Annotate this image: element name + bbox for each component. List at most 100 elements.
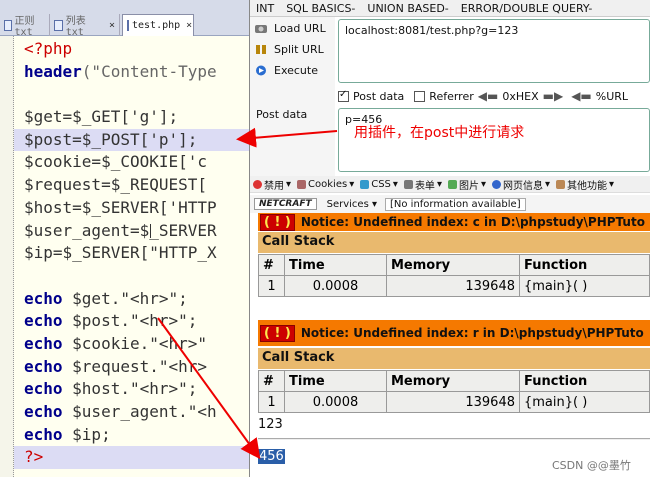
call-stack-table: # Time Memory Function 1 0.0008 139648 {…: [258, 254, 650, 297]
toolbar-images[interactable]: 图片 ▾: [445, 177, 489, 192]
toolbar-misc[interactable]: 其他功能 ▾: [553, 177, 617, 192]
load-url-label: Load URL: [274, 22, 326, 35]
post-output-selected[interactable]: 456: [258, 449, 285, 464]
code-token: echo: [24, 424, 63, 444]
code-line[interactable]: echo $user_agent."<h: [14, 401, 249, 424]
code-token: echo: [24, 288, 63, 308]
execute-label: Execute: [274, 64, 318, 77]
toolbar-pageinfo-label: 网页信息: [503, 180, 543, 192]
col-function: Function: [519, 254, 650, 276]
menu-sql-basics[interactable]: SQL BASICS-: [280, 0, 361, 16]
toolbar-forms-label: 表单: [414, 180, 435, 192]
referrer-checkbox[interactable]: [414, 90, 426, 102]
divider: [258, 438, 650, 440]
code-line[interactable]: $user_agent=$_SERVER: [14, 220, 249, 243]
call-stack-table: # Time Memory Function 1 0.0008 139648 {…: [258, 370, 650, 413]
code-area[interactable]: <?php header("Content-Type $get=$_GET['g']…: [14, 38, 249, 470]
cell-time: 0.0008: [284, 391, 387, 413]
code-token: echo: [24, 402, 63, 421]
netcraft-logo[interactable]: NETCRAFT: [254, 198, 317, 210]
load-url-icon: [254, 23, 268, 34]
code-line[interactable]: [14, 83, 249, 106]
code-token: $user_agent."<h: [62, 402, 217, 421]
cell-memory: 139648: [386, 391, 520, 413]
toolbar-misc-label: 其他功能: [567, 180, 608, 192]
services-menu[interactable]: Services ▾: [327, 199, 377, 210]
execute-button[interactable]: Execute: [254, 64, 318, 77]
hackbar-actions: Load URL Split URL Execute: [250, 17, 335, 177]
hex-decode-arrow-icon[interactable]: ◀▬: [478, 89, 499, 103]
notice-bar-request: ( ! ) Notice: Undefined index: r in D:\p…: [258, 320, 650, 346]
code-line[interactable]: echo $post."<hr>";: [14, 310, 249, 333]
get-output: 123: [258, 417, 283, 432]
cell-function: {main}( ): [519, 275, 650, 297]
load-url-button[interactable]: Load URL: [254, 22, 326, 35]
table-row: 1 0.0008 139648 {main}( ): [258, 391, 650, 413]
code-token: $post."<hr>";: [62, 311, 198, 331]
toolbar-cookies-label: Cookies: [308, 178, 348, 190]
menu-error-double-query[interactable]: ERROR/DOUBLE QUERY-: [455, 0, 599, 16]
tab-list-txt[interactable]: 列表 txt ×: [50, 14, 120, 38]
code-line[interactable]: $get=$_GET['g'];: [14, 106, 249, 129]
code-line[interactable]: header("Content-Type: [14, 61, 249, 84]
referrer-label: Referrer: [429, 89, 474, 103]
file-icon: [127, 20, 129, 31]
close-icon[interactable]: ×: [186, 20, 192, 31]
watermark: CSDN @@墨竹: [552, 459, 631, 472]
code-line[interactable]: echo $get."<hr>";: [14, 288, 249, 311]
code-line[interactable]: echo $ip;: [14, 424, 249, 447]
code-line[interactable]: $request=$_REQUEST[: [14, 174, 249, 197]
tab-regex-txt[interactable]: 正则 txt: [0, 14, 50, 38]
call-stack-heading: Call Stack: [258, 348, 650, 369]
code-token: $cookie."<hr>": [62, 333, 208, 353]
toolbar-disable[interactable]: 禁用 ▾: [250, 177, 294, 192]
menu-int[interactable]: INT: [250, 0, 280, 16]
code-line[interactable]: <?php: [14, 38, 249, 61]
code-token: header: [24, 61, 82, 81]
notice-text: Notice: Undefined index: c in D:\phpstud…: [300, 215, 645, 229]
code-line[interactable]: $post=$_POST['p'];: [14, 128, 249, 152]
code-token: $post=$_POST['p'];: [24, 129, 198, 149]
code-token: $host=$_SERVER['HTTP: [24, 197, 217, 217]
annotation-text: 用插件，在post中进行请求: [354, 125, 525, 141]
code-line[interactable]: [14, 265, 249, 288]
code-editor[interactable]: 正则 txt 列表 txt × test.php × <?php header("…: [0, 0, 250, 477]
execute-icon: [254, 65, 268, 76]
tab-test-php[interactable]: test.php ×: [122, 14, 194, 36]
code-line[interactable]: ?>: [14, 446, 249, 470]
code-line[interactable]: $ip=$_SERVER["HTTP_X: [14, 242, 249, 265]
menu-union-based[interactable]: UNION BASED-: [361, 0, 454, 16]
toolbar-images-label: 图片: [458, 180, 479, 192]
col-time: Time: [284, 254, 387, 276]
warning-icon: ( ! ): [260, 324, 295, 342]
code-line[interactable]: echo $host."<hr>";: [14, 378, 249, 401]
code-line[interactable]: $cookie=$_COOKIE['c: [14, 151, 249, 174]
url-input[interactable]: localhost:8081/test.php?g=123: [338, 19, 650, 83]
toolbar-pageinfo[interactable]: 网页信息 ▾: [489, 177, 553, 192]
image-icon: [447, 179, 457, 189]
close-icon[interactable]: ×: [109, 20, 115, 31]
toolbar-cookies[interactable]: Cookies ▾: [294, 179, 357, 190]
code-token: echo: [24, 356, 63, 376]
tab-label: test.php: [132, 20, 181, 31]
col-time: Time: [284, 370, 387, 392]
code-token: $ip;: [62, 424, 111, 444]
col-hash: #: [258, 370, 285, 392]
hex-encode-arrow-icon[interactable]: ▬▶: [543, 89, 564, 103]
post-data-label: Post data: [256, 108, 308, 121]
code-line[interactable]: echo $request."<hr>: [14, 356, 249, 379]
css-icon: [360, 179, 370, 189]
split-url-icon: [254, 44, 268, 55]
webdev-toolbar: 禁用 ▾ Cookies ▾ CSS ▾ 表单 ▾ 图片 ▾ 网页信息 ▾ 其他功能 ▾: [250, 176, 650, 193]
code-line[interactable]: echo $cookie."<hr>": [14, 333, 249, 356]
url-decode-arrow-icon[interactable]: ◀▬: [571, 89, 592, 103]
code-line[interactable]: $host=$_SERVER['HTTP: [14, 197, 249, 220]
cell-memory: 139648: [386, 275, 520, 297]
post-data-checkbox[interactable]: [338, 89, 349, 102]
text-cursor: [150, 224, 152, 238]
cell-time: 0.0008: [284, 275, 387, 297]
toolbar-css[interactable]: CSS ▾: [357, 179, 401, 190]
split-url-button[interactable]: Split URL: [254, 43, 324, 56]
toolbar-forms[interactable]: 表单 ▾: [401, 177, 445, 192]
code-token: $request=$_REQUEST[: [24, 175, 208, 195]
